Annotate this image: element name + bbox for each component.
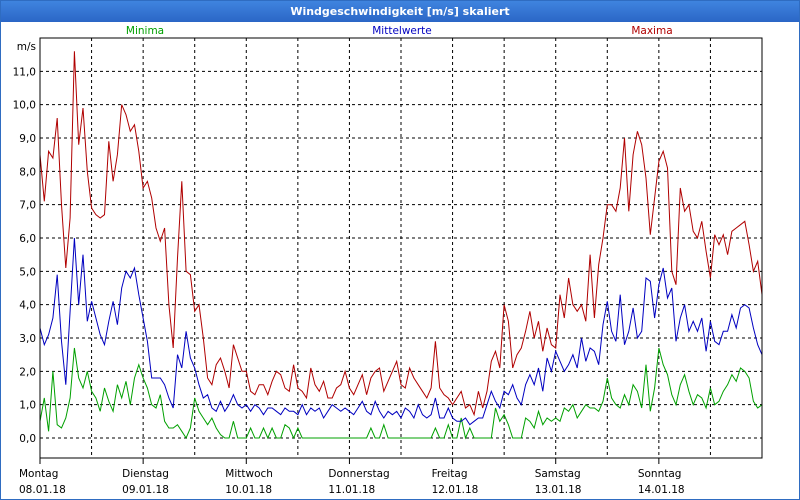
y-tick-label: 2,0 <box>19 366 36 378</box>
y-tick-label: 0,0 <box>19 433 36 445</box>
x-tick-date: 11.01.18 <box>328 484 375 496</box>
y-tick-label: 6,0 <box>19 233 36 245</box>
x-tick-day: Mittwoch <box>225 468 273 480</box>
legend-entry-maxima: Maxima <box>631 25 672 37</box>
legend-entry-mittelwerte: Mittelwerte <box>372 25 432 37</box>
x-tick-date: 12.01.18 <box>432 484 479 496</box>
x-tick-day: Samstag <box>535 468 581 480</box>
y-tick-label: 8,0 <box>19 166 36 178</box>
y-tick-label: 4,0 <box>19 300 36 312</box>
y-tick-label: 10,0 <box>13 100 36 112</box>
y-tick-label: 3,0 <box>19 333 36 345</box>
x-tick-date: 10.01.18 <box>225 484 272 496</box>
x-tick-date: 09.01.18 <box>122 484 169 496</box>
legend: Minima Mittelwerte Maxima <box>126 25 673 37</box>
x-tick-day: Dienstag <box>122 468 169 480</box>
x-tick-date: 08.01.18 <box>19 484 66 496</box>
y-axis-unit: m/s <box>17 41 36 53</box>
x-tick-date: 14.01.18 <box>638 484 685 496</box>
y-tick-label: 1,0 <box>19 400 36 412</box>
y-tick-label: 11,0 <box>13 66 36 78</box>
x-tick-day: Sonntag <box>638 468 682 480</box>
legend-entry-minima: Minima <box>126 25 164 37</box>
y-axis-ticks: 0,0 1,0 2,0 3,0 4,0 5,0 6,0 7,0 8,0 9,0 10,0 11,0 m/… <box>13 41 36 445</box>
x-axis-ticks: Montag 08.01.18 Dienstag 09.01.18 Mittwoch 10… <box>19 458 685 496</box>
x-tick-date: 13.01.18 <box>535 484 582 496</box>
x-tick-day: Montag <box>19 468 58 480</box>
x-tick-day: Donnerstag <box>328 468 389 480</box>
y-tick-label: 7,0 <box>19 200 36 212</box>
y-tick-label: 9,0 <box>19 133 36 145</box>
x-tick-day: Freitag <box>432 468 468 480</box>
y-tick-label: 5,0 <box>19 266 36 278</box>
wind-speed-chart: 0,0 1,0 2,0 3,0 4,0 5,0 6,0 7,0 8,0 9,0 10,0 11,0 m/… <box>13 25 763 496</box>
